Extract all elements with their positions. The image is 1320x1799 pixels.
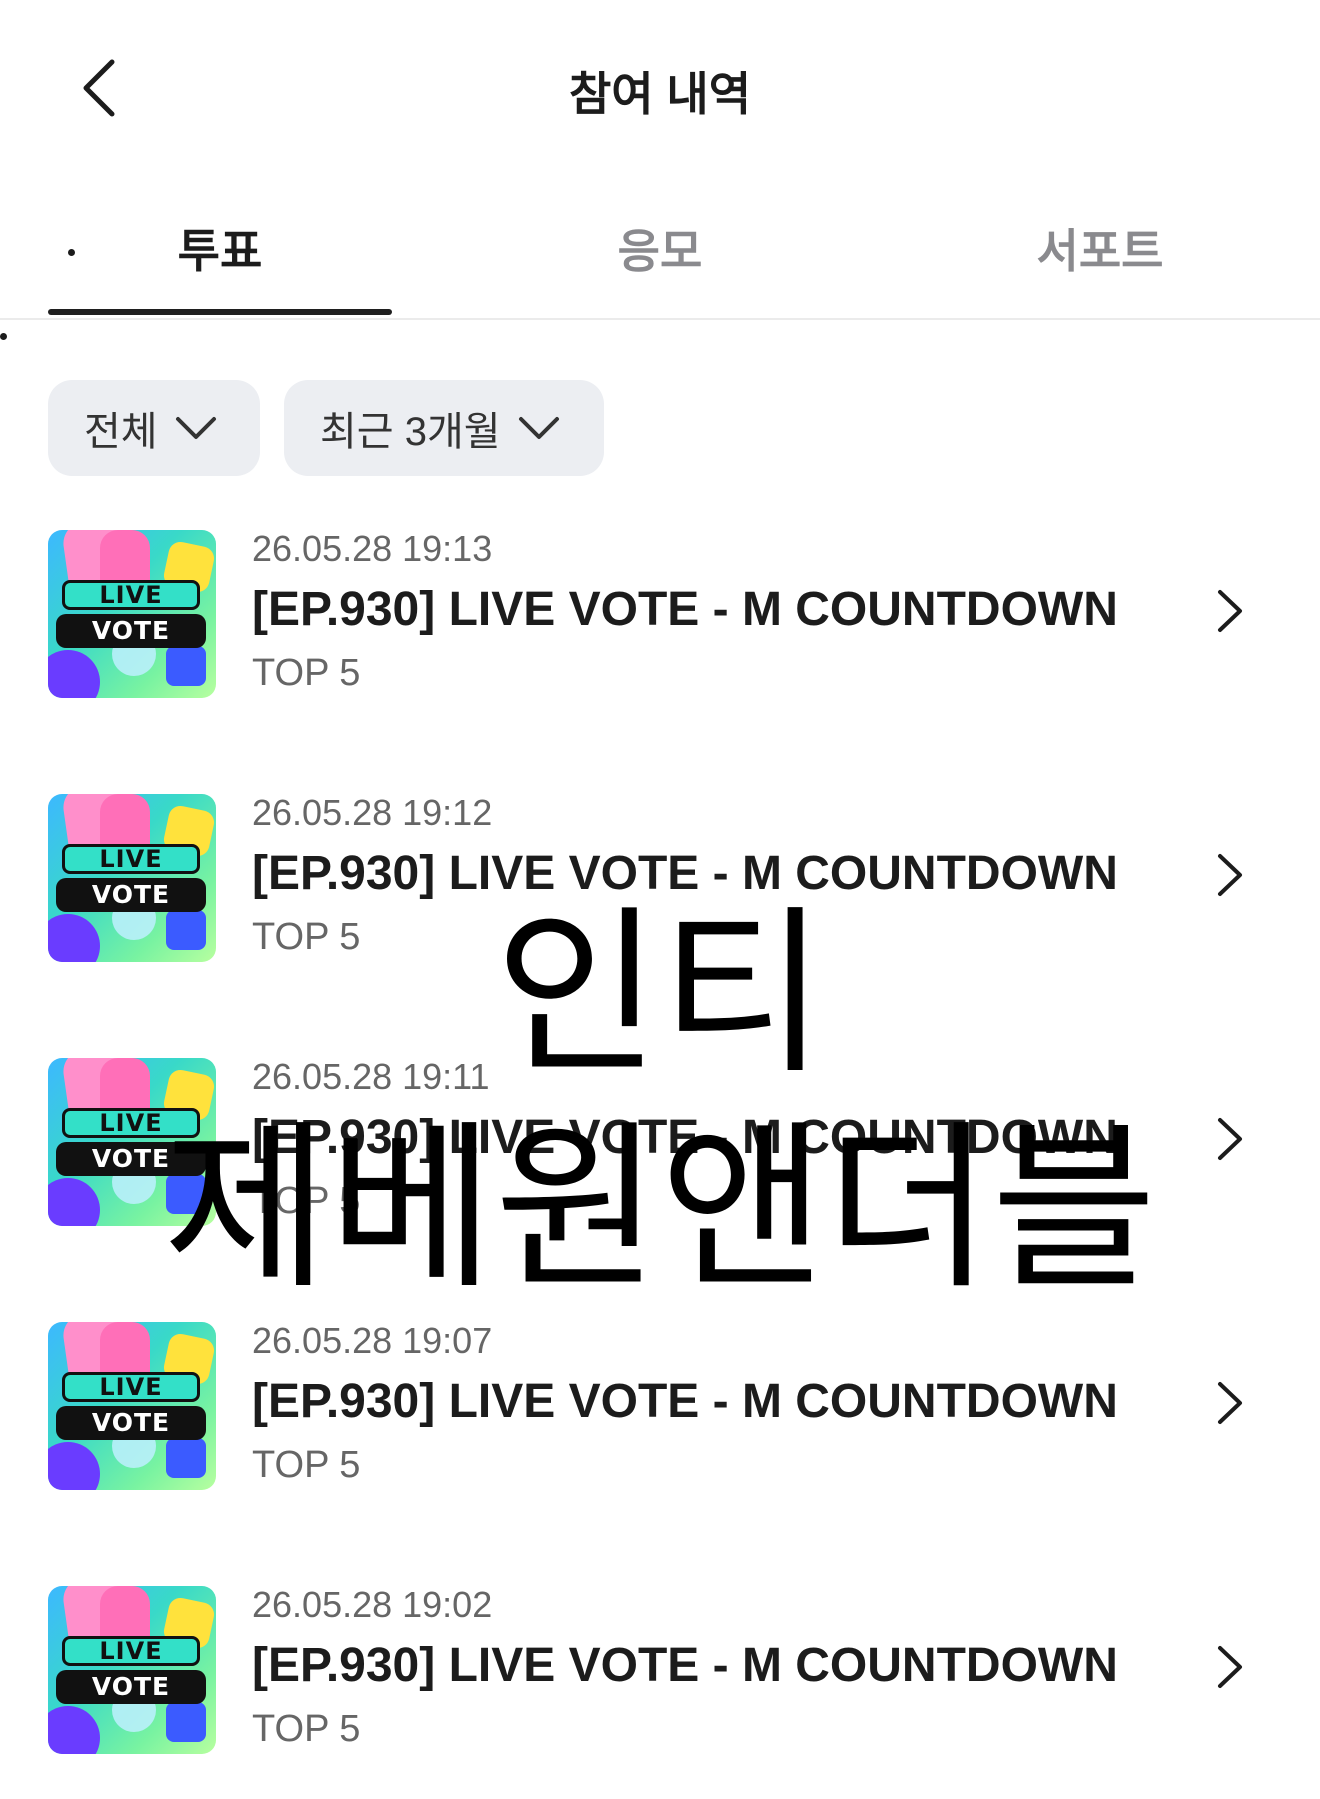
thumb-vote-text: VOTE bbox=[56, 1142, 206, 1176]
item-subtitle: TOP 5 bbox=[252, 1708, 361, 1750]
stray-dot bbox=[0, 333, 7, 340]
page-title: 참여 내역 bbox=[568, 68, 752, 120]
item-subtitle: TOP 5 bbox=[252, 1180, 361, 1222]
list-item[interactable]: LIVE VOTE 26.05.28 19:11 [EP.930] LIVE V… bbox=[0, 1048, 1320, 1248]
chevron-down-icon bbox=[175, 417, 216, 439]
thumb-live-text: LIVE bbox=[62, 844, 200, 874]
active-tab-indicator bbox=[48, 309, 392, 315]
chevron-right-icon bbox=[1218, 1118, 1242, 1160]
live-vote-thumbnail: LIVE VOTE bbox=[48, 1058, 216, 1226]
live-vote-thumbnail: LIVE VOTE bbox=[48, 794, 216, 962]
participation-history-screen: 참여 내역 투표 응모 서포트 전체 최근 3개월 LIVE VOTE 26.0… bbox=[0, 0, 1320, 1799]
chevron-right-icon bbox=[1218, 854, 1242, 896]
period-filter-dropdown[interactable]: 최근 3개월 bbox=[284, 380, 604, 476]
live-vote-thumbnail: LIVE VOTE bbox=[48, 1586, 216, 1754]
item-subtitle: TOP 5 bbox=[252, 652, 361, 694]
list-item[interactable]: LIVE VOTE 26.05.28 19:07 [EP.930] LIVE V… bbox=[0, 1312, 1320, 1512]
live-vote-thumbnail: LIVE VOTE bbox=[48, 530, 216, 698]
item-title: [EP.930] LIVE VOTE - M COUNTDOWN bbox=[252, 1111, 1118, 1164]
item-subtitle: TOP 5 bbox=[252, 916, 361, 958]
item-date: 26.05.28 19:02 bbox=[252, 1584, 493, 1625]
item-date: 26.05.28 19:12 bbox=[252, 792, 493, 833]
item-title: [EP.930] LIVE VOTE - M COUNTDOWN bbox=[252, 847, 1118, 900]
item-title: [EP.930] LIVE VOTE - M COUNTDOWN bbox=[252, 1375, 1118, 1428]
thumb-live-text: LIVE bbox=[62, 1372, 200, 1402]
period-filter-label: 최근 3개월 bbox=[320, 410, 501, 454]
tab-bar: 투표 응모 서포트 bbox=[0, 195, 1320, 320]
chevron-right-icon bbox=[1218, 1382, 1242, 1424]
chevron-right-icon bbox=[1218, 1646, 1242, 1688]
thumb-vote-text: VOTE bbox=[56, 1406, 206, 1440]
item-date: 26.05.28 19:13 bbox=[252, 528, 493, 569]
header: 참여 내역 bbox=[0, 0, 1320, 170]
item-subtitle: TOP 5 bbox=[252, 1444, 361, 1486]
thumb-vote-text: VOTE bbox=[56, 878, 206, 912]
tab-divider bbox=[0, 318, 1320, 320]
item-title: [EP.930] LIVE VOTE - M COUNTDOWN bbox=[252, 583, 1118, 636]
list-item[interactable]: LIVE VOTE 26.05.28 19:13 [EP.930] LIVE V… bbox=[0, 520, 1320, 720]
thumb-live-text: LIVE bbox=[62, 1108, 200, 1138]
tab-entry[interactable]: 응모 bbox=[470, 215, 850, 281]
item-title: [EP.930] LIVE VOTE - M COUNTDOWN bbox=[252, 1639, 1118, 1692]
thumb-live-text: LIVE bbox=[62, 1636, 200, 1666]
tab-support[interactable]: 서포트 bbox=[910, 215, 1290, 281]
live-vote-thumbnail: LIVE VOTE bbox=[48, 1322, 216, 1490]
category-filter-dropdown[interactable]: 전체 bbox=[48, 380, 260, 476]
tab-vote[interactable]: 투표 bbox=[30, 215, 410, 281]
list-item[interactable]: LIVE VOTE 26.05.28 19:12 [EP.930] LIVE V… bbox=[0, 784, 1320, 984]
item-date: 26.05.28 19:11 bbox=[252, 1056, 490, 1097]
thumb-vote-text: VOTE bbox=[56, 1670, 206, 1704]
thumb-live-text: LIVE bbox=[62, 580, 200, 610]
chevron-down-icon bbox=[518, 417, 559, 439]
category-filter-label: 전체 bbox=[84, 410, 158, 454]
list-item[interactable]: LIVE VOTE 26.05.28 19:02 [EP.930] LIVE V… bbox=[0, 1576, 1320, 1776]
chevron-right-icon bbox=[1218, 590, 1242, 632]
thumb-vote-text: VOTE bbox=[56, 614, 206, 648]
item-date: 26.05.28 19:07 bbox=[252, 1320, 493, 1361]
